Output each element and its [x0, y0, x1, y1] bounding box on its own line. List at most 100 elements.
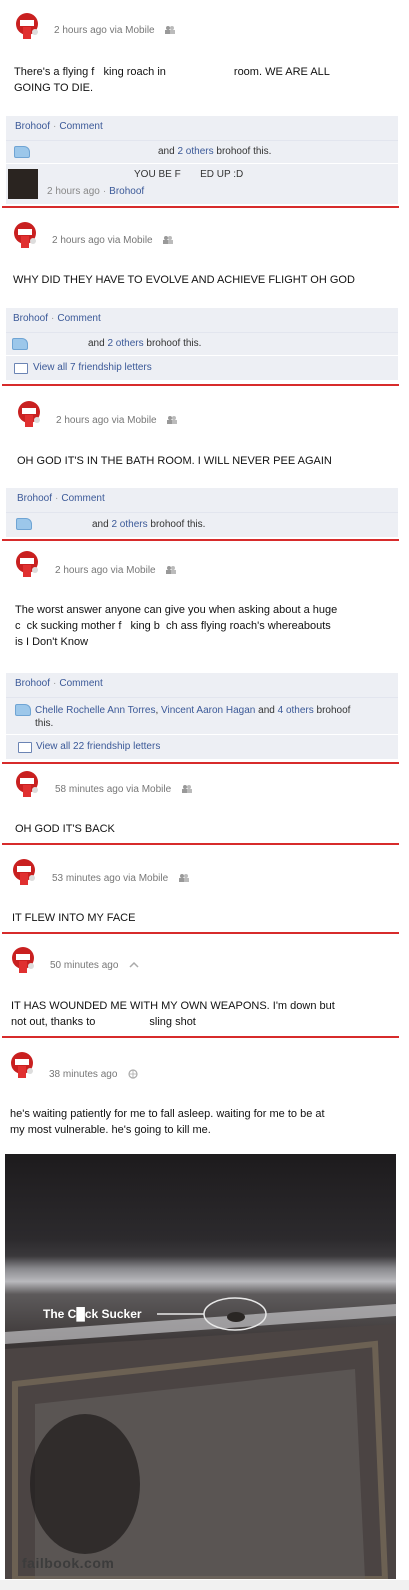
likes-others-link[interactable]: 2 others [111, 519, 147, 530]
avatar[interactable] [13, 221, 39, 249]
likes-others-link[interactable]: 2 others [177, 146, 213, 157]
timestamp-link[interactable]: 2 hours ago via Mobile [52, 235, 153, 246]
comment-meta: 2 hours ago · Brohoof [47, 186, 145, 197]
post-divider [2, 384, 399, 386]
liker-link[interactable]: Chelle Rochelle Ann Torres [35, 705, 155, 716]
avatar[interactable] [12, 858, 38, 886]
friends-icon [178, 874, 189, 883]
avatar[interactable] [15, 12, 41, 40]
status-text: The worst answer anyone can give you whe… [15, 602, 400, 650]
status-line: he's waiting patiently for me to fall as… [10, 1108, 325, 1120]
photo-scene [5, 1297, 396, 1579]
post-timestamp: 2 hours ago via Mobile [54, 25, 176, 36]
status-line: not out, thanks to [11, 1016, 96, 1028]
comment-brohoof-link[interactable]: Brohoof [109, 186, 144, 197]
brohoof-link[interactable]: Brohoof [17, 493, 52, 504]
post-timestamp: 38 minutes ago [49, 1069, 138, 1080]
comment-link[interactable]: Comment [59, 121, 102, 132]
actions-bar: Brohoof · Comment [6, 308, 398, 333]
status-line: my most vulnerable. he's going to kill m… [10, 1124, 211, 1136]
friends-icon [166, 566, 177, 575]
comment-link[interactable]: Comment [57, 313, 100, 324]
avatar[interactable] [11, 946, 37, 974]
speech-bubble-icon [14, 363, 28, 374]
timestamp-link[interactable]: 53 minutes ago via Mobile [52, 873, 168, 884]
post-timestamp: 2 hours ago via Mobile [56, 415, 178, 426]
footer-bar [0, 1580, 409, 1590]
photo-annotation: The C█ck Sucker [43, 1307, 142, 1321]
globe-icon [128, 1069, 138, 1079]
status-line: sling shot [149, 1016, 196, 1028]
mobile-icon [129, 962, 139, 968]
comment-row: YOU BE F ED UP :D 2 hours ago · Brohoof [6, 164, 398, 204]
status-line: There's a flying f king roach in [14, 66, 166, 78]
avatar[interactable] [17, 400, 43, 428]
post-timestamp: 58 minutes ago via Mobile [55, 784, 192, 795]
likes-text: and 2 others brohoof this. [158, 146, 271, 157]
comment-link[interactable]: Comment [61, 493, 104, 504]
friends-icon [165, 26, 176, 35]
status-line: is I Don't Know [15, 636, 89, 648]
comment-text: YOU BE F ED UP :D [134, 169, 244, 180]
likes-and: and [92, 519, 109, 530]
commenter-avatar[interactable] [8, 169, 38, 199]
status-text: OH GOD IT'S BACK [15, 823, 115, 835]
avatar[interactable] [10, 1051, 36, 1079]
timestamp-link[interactable]: 2 hours ago via Mobile [55, 565, 156, 576]
timestamp-link[interactable]: 50 minutes ago [50, 960, 118, 971]
comment-time: 2 hours ago [47, 186, 100, 197]
likes-suffix: this. [35, 718, 54, 729]
post-timestamp: 53 minutes ago via Mobile [52, 873, 189, 884]
view-all-link[interactable]: View all 7 friendship letters [33, 362, 152, 373]
status-text: There's a flying f king roach in room. WE… [14, 64, 394, 96]
site-watermark: failbook.com [22, 1555, 115, 1571]
post-divider [2, 539, 399, 541]
friends-icon [163, 236, 174, 245]
brohoof-icon [14, 146, 30, 158]
timestamp-link[interactable]: 38 minutes ago [49, 1069, 117, 1080]
likes-text: Chelle Rochelle Ann Torres, Vincent Aaro… [35, 705, 351, 729]
comment-link[interactable]: Comment [59, 678, 102, 689]
avatar[interactable] [15, 550, 41, 578]
friends-icon [167, 416, 178, 425]
likes-suffix: brohoof this. [150, 519, 206, 530]
status-text: IT FLEW INTO MY FACE [12, 912, 136, 924]
status-line: room. WE ARE ALL [233, 66, 330, 78]
likes-row: and 2 others brohoof this. [6, 513, 398, 537]
post-timestamp: 2 hours ago via Mobile [52, 235, 174, 246]
likes-text: and 2 others brohoof this. [88, 338, 201, 349]
view-all-row: View all 7 friendship letters [6, 356, 398, 380]
redaction [95, 1016, 150, 1028]
likes-others-link[interactable]: 2 others [107, 338, 143, 349]
post-divider [2, 1036, 399, 1038]
likes-text: and 2 others brohoof this. [92, 519, 205, 530]
liker-link[interactable]: Vincent Aaron Hagan [161, 705, 255, 716]
actions-bar: Brohoof · Comment [6, 673, 398, 698]
avatar[interactable] [15, 770, 41, 798]
likes-and: and [258, 705, 275, 716]
status-line: GOING TO DIE. [14, 82, 94, 94]
likes-suffix: brohoof this. [216, 146, 272, 157]
likes-and: and [88, 338, 105, 349]
status-text: he's waiting patiently for me to fall as… [10, 1106, 400, 1138]
brohoof-link[interactable]: Brohoof [13, 313, 48, 324]
post-divider [2, 932, 399, 934]
brohoof-link[interactable]: Brohoof [15, 121, 50, 132]
post-timestamp: 50 minutes ago [50, 960, 139, 971]
timestamp-link[interactable]: 2 hours ago via Mobile [56, 415, 157, 426]
timestamp-link[interactable]: 58 minutes ago via Mobile [55, 784, 171, 795]
roach-photo[interactable]: The C█ck Sucker [5, 1154, 396, 1579]
likes-suffix: brohoof this. [146, 338, 202, 349]
likes-others-link[interactable]: 4 others [278, 705, 314, 716]
view-all-link[interactable]: View all 22 friendship letters [36, 741, 160, 752]
post-divider [2, 206, 399, 208]
status-line: IT HAS WOUNDED ME WITH MY OWN WEAPONS. I… [11, 1000, 335, 1012]
timestamp-link[interactable]: 2 hours ago via Mobile [54, 25, 155, 36]
post-divider [2, 843, 399, 845]
actions-bar: Brohoof · Comment [6, 488, 398, 513]
post-divider [2, 762, 399, 764]
likes-row: and 2 others brohoof this. [6, 141, 398, 163]
status-text: WHY DID THEY HAVE TO EVOLVE AND ACHIEVE … [13, 274, 355, 286]
brohoof-link[interactable]: Brohoof [15, 678, 50, 689]
status-line: The worst answer anyone can give you whe… [15, 604, 338, 616]
